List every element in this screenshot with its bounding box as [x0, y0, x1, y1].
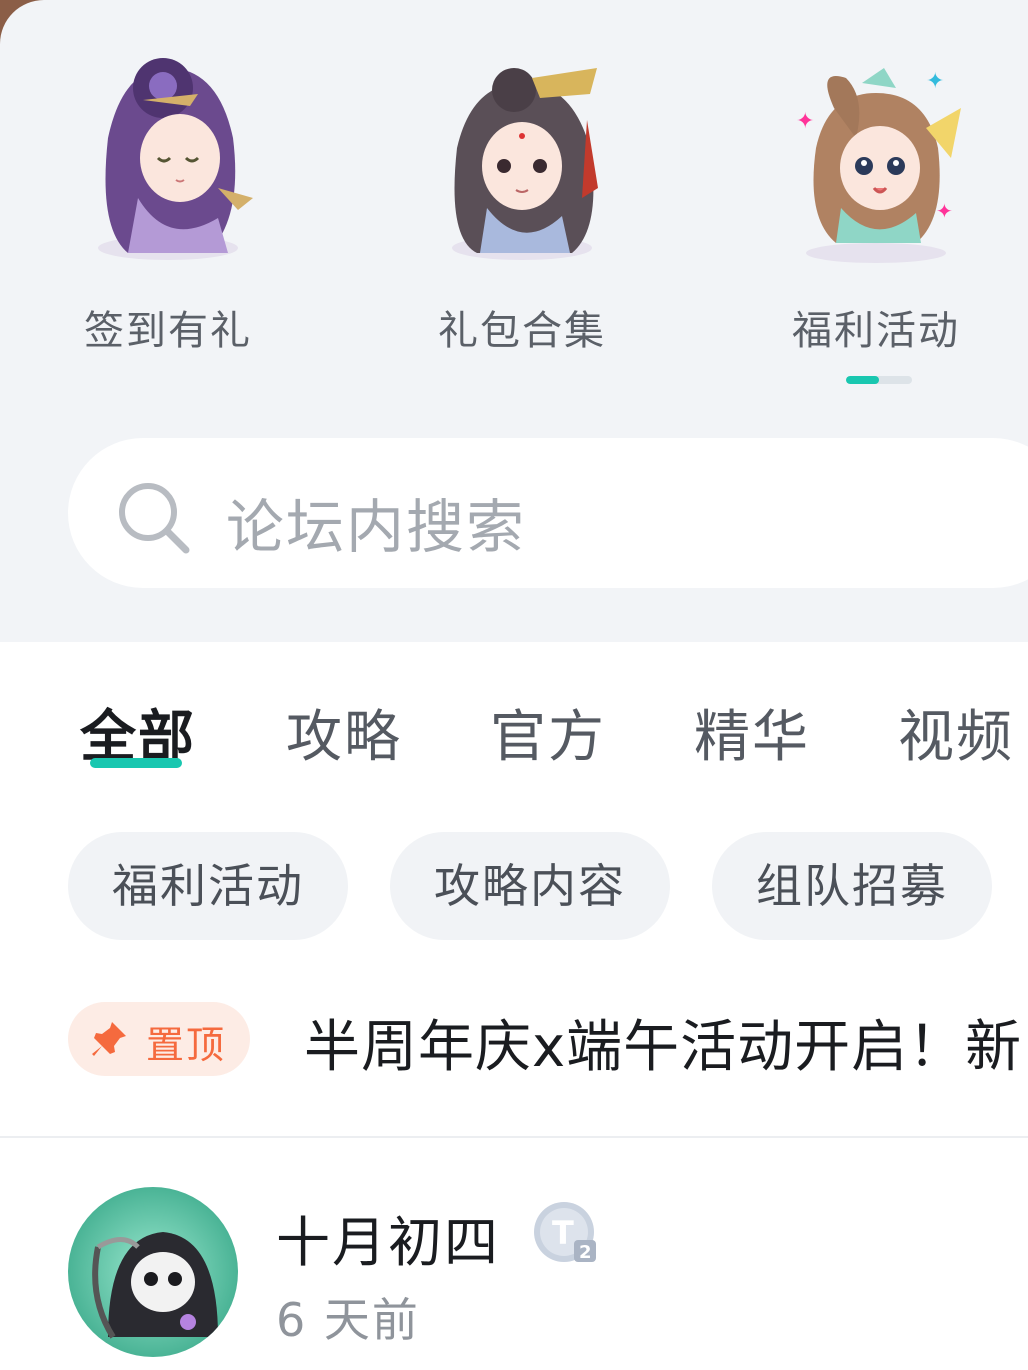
purple-hair-character-icon: [98, 58, 253, 260]
tab-video[interactable]: 视频: [898, 692, 1014, 773]
svg-text:✦: ✦: [936, 199, 953, 223]
pinned-badge: 置顶: [68, 1002, 250, 1076]
svg-text:✦: ✦: [796, 109, 814, 134]
shortcut-label: 福利活动: [792, 308, 960, 354]
pinned-label: 置顶: [146, 1023, 227, 1067]
level-badge-number: 2: [579, 1242, 592, 1263]
active-tab-indicator: [90, 758, 182, 768]
shortcut-welfare-events[interactable]: ✦ ✦ ✦ 福利活动: [756, 40, 996, 360]
search-icon: [119, 483, 190, 554]
fan-girl-character-icon: ✦ ✦ ✦: [796, 68, 961, 263]
search-input[interactable]: 论坛内搜索: [68, 438, 1028, 588]
shortcut-label: 礼包合集: [438, 308, 606, 354]
avatar[interactable]: [68, 1187, 238, 1357]
search-placeholder: 论坛内搜索: [226, 493, 527, 561]
dark-hair-character-icon: [452, 68, 598, 260]
reaper-avatar-icon: [68, 1187, 238, 1357]
level-badge-letter: T: [552, 1214, 574, 1252]
svg-text:✦: ✦: [926, 69, 944, 94]
shortcut-label: 签到有礼: [84, 308, 252, 354]
pinned-post-title[interactable]: 半周年庆x端午活动开启！新: [304, 1002, 1022, 1083]
shortcut-scroll-indicator: [846, 376, 912, 384]
scroll-thumb: [846, 376, 879, 384]
shortcut-checkin[interactable]: 签到有礼: [48, 40, 288, 360]
divider: [0, 1136, 1028, 1138]
top-section: 签到有礼 礼包合集 ✦ ✦ ✦ 福利活动 论坛内搜索: [0, 0, 1028, 642]
level-badge-icon: T 2: [534, 1202, 596, 1263]
post-username[interactable]: 十月初四: [276, 1198, 500, 1277]
tab-featured[interactable]: 精华: [694, 692, 810, 773]
tab-official[interactable]: 官方: [490, 692, 606, 773]
pin-icon: [92, 1022, 126, 1056]
post-time: 6 天前: [276, 1293, 420, 1347]
forum-page: 签到有礼 礼包合集 ✦ ✦ ✦ 福利活动 论坛内搜索 全部 攻略 官方 精华 视…: [0, 0, 1028, 1370]
chip-guide-content[interactable]: 攻略内容: [390, 832, 670, 940]
chip-welfare-events[interactable]: 福利活动: [68, 832, 348, 940]
shortcut-gift-packs[interactable]: 礼包合集: [402, 40, 642, 360]
tab-guides[interactable]: 攻略: [286, 692, 402, 773]
post-list-section: 全部 攻略 官方 精华 视频 福利活动 攻略内容 组队招募 置顶 半周年庆x端午…: [0, 642, 1028, 1370]
chip-team-recruit[interactable]: 组队招募: [712, 832, 992, 940]
